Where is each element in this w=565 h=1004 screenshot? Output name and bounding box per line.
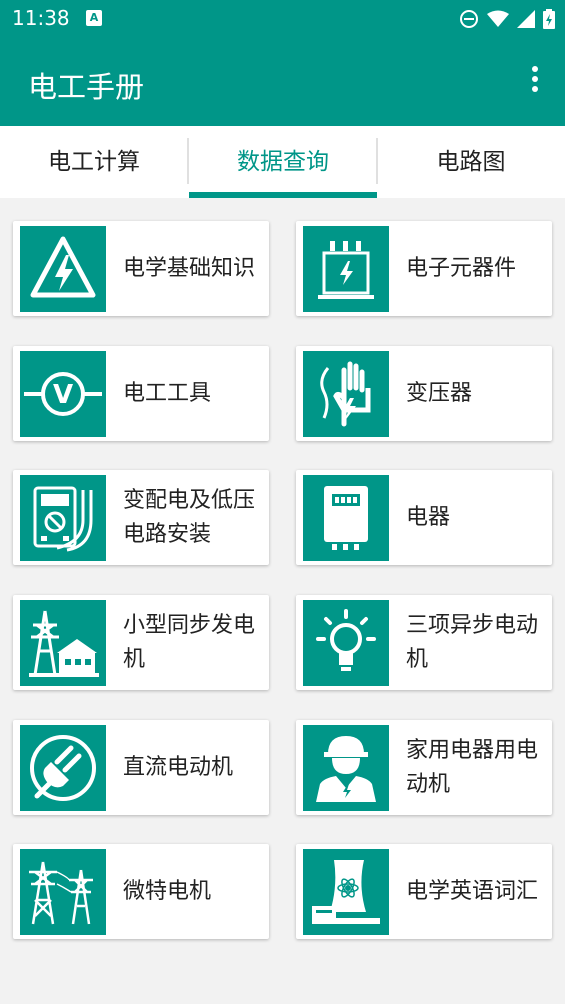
electric-box-icon: [303, 475, 389, 561]
tab-bar: 电工计算 数据查询 电路图: [0, 126, 565, 198]
tab-label: 数据查询: [237, 149, 329, 175]
tab-indicator: [189, 192, 377, 198]
electrician-icon: [303, 725, 389, 811]
more-vert-icon[interactable]: [529, 66, 541, 98]
electric-hand-icon: [303, 351, 389, 437]
nuclear-plant-icon: [303, 849, 389, 935]
svg-text:V: V: [53, 380, 73, 410]
signal-icon: [517, 10, 535, 28]
item-label: 直流电动机: [123, 754, 234, 780]
battery-icon: [543, 9, 555, 29]
list-item[interactable]: 直流电动机: [13, 720, 269, 815]
tab-label: 电工计算: [48, 149, 140, 175]
list-item[interactable]: 微特电机: [13, 844, 269, 939]
tab-circuit-diagram[interactable]: 电路图: [377, 126, 565, 198]
list-item[interactable]: 电器: [296, 470, 552, 565]
app-title: 电工手册: [28, 70, 145, 104]
list-item[interactable]: 电子元器件: [296, 221, 552, 316]
list-item[interactable]: V 电工工具: [13, 346, 269, 441]
item-label: 微特电机: [123, 878, 212, 904]
power-towers-icon: [20, 849, 106, 935]
list-item[interactable]: 小型同步发电机: [13, 595, 269, 690]
list-item[interactable]: 变压器: [296, 346, 552, 441]
item-label: 变压器: [406, 380, 473, 406]
item-label: 小型同步发电机: [123, 612, 256, 672]
do-not-disturb-icon: [460, 10, 478, 28]
multimeter-icon: [20, 475, 106, 561]
list-item[interactable]: 三项异步电动机: [296, 595, 552, 690]
wifi-icon: [487, 10, 509, 27]
item-label: 电工工具: [123, 380, 212, 406]
item-label: 三项异步电动机: [406, 612, 539, 672]
transformer-component-icon: [303, 226, 389, 312]
list-item[interactable]: 电学基础知识: [13, 221, 269, 316]
tab-electrical-calc[interactable]: 电工计算: [0, 126, 188, 198]
power-tower-house-icon: [20, 600, 106, 686]
app-bar: 电工手册: [0, 38, 565, 126]
tab-label: 电路图: [436, 149, 506, 175]
item-label: 电学英语词汇: [406, 878, 539, 904]
item-label: 电子元器件: [406, 255, 517, 281]
status-icons: [459, 8, 555, 30]
status-bar: 11:38 A: [0, 0, 565, 38]
status-time: 11:38: [12, 6, 70, 30]
item-label: 家用电器用电动机: [406, 737, 539, 797]
list-item[interactable]: 变配电及低压电路安装: [13, 470, 269, 565]
list-item[interactable]: 电学英语词汇: [296, 844, 552, 939]
item-label: 电器: [406, 504, 451, 530]
item-label: 变配电及低压电路安装: [123, 487, 256, 547]
voltmeter-icon: V: [20, 351, 106, 437]
light-bulb-icon: [303, 600, 389, 686]
list-item[interactable]: 家用电器用电动机: [296, 720, 552, 815]
plug-icon: [20, 725, 106, 811]
notification-icon: A: [86, 10, 102, 26]
tab-data-query[interactable]: 数据查询: [189, 126, 377, 198]
item-label: 电学基础知识: [123, 255, 256, 281]
high-voltage-warning-icon: [20, 226, 106, 312]
